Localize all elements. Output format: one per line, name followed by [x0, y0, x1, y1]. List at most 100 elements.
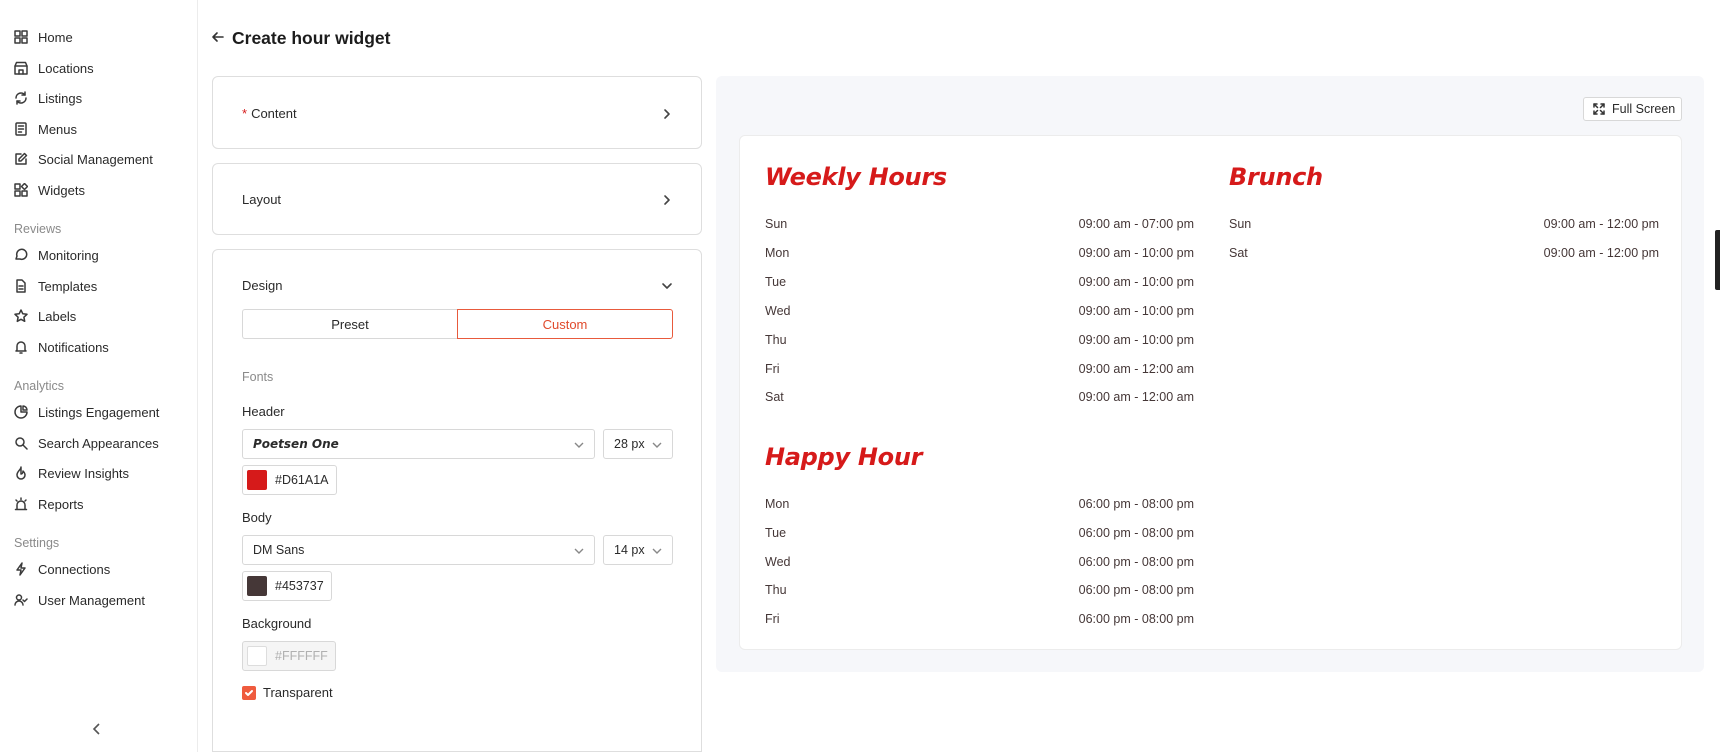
content-panel[interactable]: * Content — [212, 76, 702, 149]
star-icon — [14, 309, 28, 323]
header-font-label: Header — [242, 404, 285, 419]
chevron-down-icon — [574, 545, 584, 555]
header-color-picker[interactable]: #D61A1A — [242, 465, 337, 495]
document-icon — [16, 279, 26, 293]
sidebar-item-listings[interactable]: Listings — [14, 87, 82, 109]
chevron-down-icon — [574, 439, 584, 449]
layout-panel[interactable]: Layout — [212, 163, 702, 235]
time-range: 09:00 am - 07:00 pm — [1078, 217, 1194, 231]
sidebar-item-label: Widgets — [38, 182, 85, 198]
hours-row: Tue 06:00 pm - 08:00 pm — [765, 526, 1194, 544]
body-size-select[interactable]: 14 px — [603, 535, 673, 565]
body-color-picker[interactable]: #453737 — [242, 571, 332, 601]
sidebar-item-label: Listings — [38, 90, 83, 106]
sidebar-item-widgets[interactable]: Widgets — [14, 179, 85, 201]
time-range: 06:00 pm - 08:00 pm — [1078, 497, 1194, 511]
back-button[interactable] — [211, 30, 227, 46]
weekly-hours-title: Weekly Hours — [765, 163, 947, 191]
sidebar-item-label: Labels — [38, 308, 77, 324]
sidebar-item-label: Menus — [38, 121, 78, 137]
refresh-icon — [15, 91, 27, 105]
sidebar-item-search-appearances[interactable]: Search Appearances — [14, 432, 159, 454]
chevron-right-icon — [661, 107, 673, 119]
time-range: 06:00 pm - 08:00 pm — [1078, 526, 1194, 540]
background-label: Background — [242, 616, 312, 631]
preset-button[interactable]: Preset — [242, 309, 457, 339]
content-panel-title: * Content — [242, 106, 297, 121]
arrow-left-icon — [212, 32, 224, 42]
page-title: Create hour widget — [232, 28, 391, 48]
sidebar-item-notifications[interactable]: Notifications — [14, 336, 109, 358]
day-label: Wed — [765, 555, 791, 569]
sidebar-item-labels[interactable]: Labels — [14, 305, 76, 327]
sidebar-item-label: Templates — [38, 278, 98, 294]
time-range: 09:00 am - 12:00 am — [1078, 390, 1194, 404]
day-label: Thu — [765, 583, 787, 597]
sidebar-item-listings-engagement[interactable]: Listings Engagement — [14, 401, 159, 423]
day-label: Sun — [765, 217, 788, 231]
day-label: Tue — [765, 526, 787, 540]
sidebar-item-label: Locations — [38, 60, 94, 76]
window-edge-handle — [1715, 230, 1720, 290]
sidebar-item-social-management[interactable]: Social Management — [14, 148, 153, 170]
background-color-value: #FFFFFF — [275, 649, 328, 663]
menu-book-icon — [15, 122, 27, 136]
section-label-settings: Settings — [14, 536, 60, 550]
sidebar-item-label: Search Appearances — [38, 435, 159, 451]
sidebar-item-monitoring[interactable]: Monitoring — [14, 244, 99, 266]
sidebar-item-reports[interactable]: Reports — [14, 493, 84, 515]
time-range: 06:00 pm - 08:00 pm — [1078, 583, 1194, 597]
sidebar-item-templates[interactable]: Templates — [14, 275, 97, 297]
sidebar-item-review-insights[interactable]: Review Insights — [14, 462, 129, 484]
fonts-label: Fonts — [242, 370, 274, 384]
sidebar-item-label: Monitoring — [38, 247, 99, 263]
hours-row: Mon 09:00 am - 10:00 pm — [765, 246, 1194, 264]
sidebar-item-user-management[interactable]: User Management — [14, 589, 145, 611]
full-screen-button[interactable]: Full Screen — [1583, 97, 1682, 121]
sidebar-item-label: Review Insights — [38, 465, 130, 481]
background-color-picker[interactable]: #FFFFFF — [242, 641, 336, 671]
chevron-down-icon[interactable] — [661, 279, 673, 291]
sidebar-item-connections[interactable]: Connections — [14, 558, 110, 580]
chevron-left-icon — [92, 723, 100, 735]
custom-button[interactable]: Custom — [457, 309, 673, 339]
sidebar-item-label: Listings Engagement — [38, 404, 160, 420]
section-label-analytics: Analytics — [14, 379, 65, 393]
check-icon — [245, 689, 253, 696]
body-size-value: 14 px — [614, 543, 645, 557]
bell-icon — [15, 341, 27, 354]
transparent-checkbox[interactable] — [242, 685, 256, 700]
header-size-value: 28 px — [614, 437, 645, 451]
brunch-title: Brunch — [1229, 163, 1323, 191]
day-label: Mon — [765, 497, 790, 511]
sidebar-item-locations[interactable]: Locations — [14, 57, 94, 79]
header-font-select[interactable]: Poetsen One — [242, 429, 595, 459]
collapse-sidebar-button[interactable] — [90, 722, 106, 738]
day-label: Tue — [765, 275, 787, 289]
header-size-select[interactable]: 28 px — [603, 429, 673, 459]
transparent-checkbox-row[interactable]: Transparent — [242, 685, 333, 700]
hours-row: Sun 09:00 am - 07:00 pm — [765, 217, 1194, 235]
hours-row: Sat 09:00 am - 12:00 am — [765, 390, 1194, 408]
hours-row: Sat 09:00 am - 12:00 pm — [1229, 246, 1659, 264]
section-label-reviews: Reviews — [14, 222, 62, 236]
day-label: Fri — [765, 612, 780, 626]
sidebar-item-label: Connections — [38, 561, 111, 577]
sidebar-item-menus[interactable]: Menus — [14, 118, 77, 140]
day-label: Sat — [1229, 246, 1248, 260]
sidebar-item-label: Notifications — [38, 339, 109, 355]
design-panel: Design Preset Custom Fonts Header Poetse… — [212, 249, 702, 752]
sidebar-item-home[interactable]: Home — [14, 26, 73, 48]
widgets-icon — [14, 183, 28, 197]
day-label: Mon — [765, 246, 790, 260]
sidebar-item-label: Social Management — [38, 151, 153, 167]
time-range: 09:00 am - 12:00 pm — [1543, 246, 1659, 260]
bolt-icon — [16, 562, 26, 576]
hours-row: Fri 06:00 pm - 08:00 pm — [765, 612, 1194, 630]
design-label[interactable]: Design — [242, 278, 282, 293]
day-label: Wed — [765, 304, 791, 318]
sidebar-item-label: Reports — [38, 496, 84, 512]
required-mark: * — [242, 106, 248, 121]
time-range: 09:00 am - 10:00 pm — [1078, 304, 1194, 318]
body-font-select[interactable]: DM Sans — [242, 535, 595, 565]
